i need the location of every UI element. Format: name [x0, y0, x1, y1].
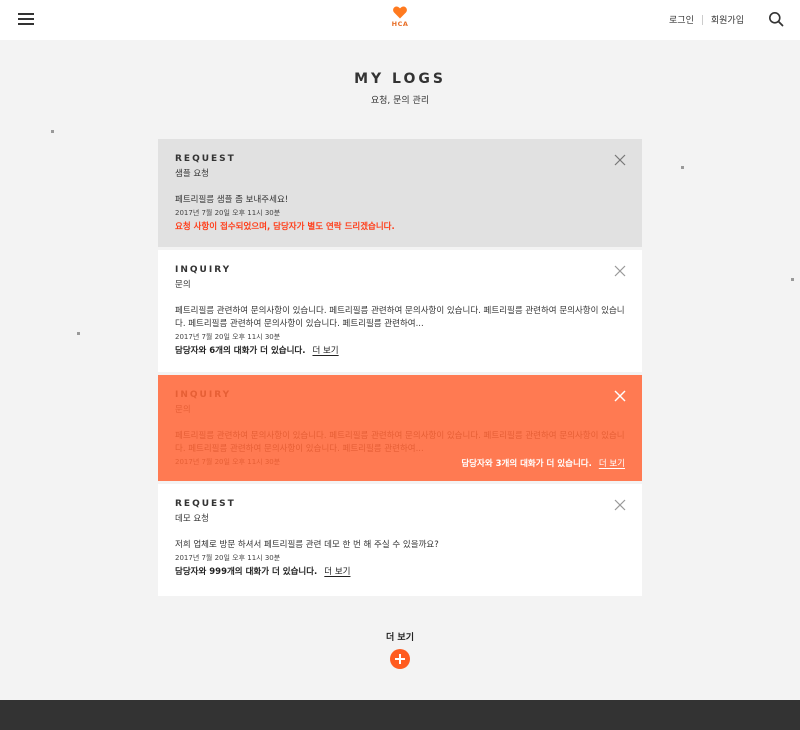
log-message: 페트리필름 관련하여 문의사항이 있습니다. 페트리필름 관련하여 문의사항이 …	[175, 306, 625, 329]
log-category: 데모 요청	[175, 514, 209, 524]
log-card[interactable]: INQUIRY 문의 페트리필름 관련하여 문의사항이 있습니다. 페트리필름 …	[158, 250, 642, 372]
footer	[0, 700, 800, 730]
log-date: 2017년 7월 20일 오후 11시 30분	[175, 333, 281, 341]
log-type: INQUIRY	[175, 390, 232, 400]
login-link[interactable]: 로그인	[669, 13, 694, 26]
conversation-count: 담당자와 6개의 대화가 더 있습니다.	[175, 346, 306, 356]
log-status: 담당자와 999개의 대화가 더 있습니다. 더 보기	[175, 565, 350, 577]
log-date: 2017년 7월 20일 오후 11시 30분	[175, 554, 281, 562]
log-message: 페트리필름 샘플 좀 보내주세요!	[175, 195, 289, 205]
page-subtitle: 요청, 문의 관리	[370, 96, 430, 106]
view-more-link[interactable]: 더 보기	[324, 567, 350, 577]
log-type: REQUEST	[175, 499, 236, 509]
close-icon[interactable]	[614, 499, 626, 511]
header-links: 로그인 회원가입	[669, 13, 744, 26]
hamburger-menu-icon[interactable]	[18, 12, 34, 26]
log-card[interactable]: REQUEST 샘플 요청 페트리필름 샘플 좀 보내주세요! 2017년 7월…	[158, 139, 642, 247]
plus-icon[interactable]	[390, 649, 410, 669]
log-message: 페트리필름 관련하여 문의사항이 있습니다. 페트리필름 관련하여 문의사항이 …	[175, 431, 625, 454]
divider	[701, 14, 703, 25]
log-type: INQUIRY	[175, 265, 232, 275]
log-card-active[interactable]: INQUIRY 문의 페트리필름 관련하여 문의사항이 있습니다. 페트리필름 …	[158, 375, 642, 481]
decorative-dot	[77, 332, 80, 335]
log-status: 요청 사항이 접수되었으며, 담당자가 별도 연락 드리겠습니다.	[175, 222, 395, 232]
log-message: 저희 업체로 방문 하셔서 페트리필름 관련 데모 한 번 해 주실 수 있을까…	[175, 540, 439, 550]
signup-link[interactable]: 회원가입	[711, 13, 744, 26]
decorative-dot	[51, 130, 54, 133]
log-card[interactable]: REQUEST 데모 요청 저희 업체로 방문 하셔서 페트리필름 관련 데모 …	[158, 484, 642, 596]
load-more: 더 보기	[0, 630, 800, 669]
log-date: 2017년 7월 20일 오후 11시 30분	[175, 209, 281, 217]
logo[interactable]: HCA	[388, 6, 412, 28]
decorative-dot	[791, 278, 794, 281]
log-type: REQUEST	[175, 154, 236, 164]
log-status: 담당자와 6개의 대화가 더 있습니다. 더 보기	[175, 344, 339, 356]
logo-text: HCA	[391, 20, 409, 28]
search-icon[interactable]	[768, 11, 784, 27]
log-category: 문의	[175, 405, 191, 415]
conversation-count: 담당자와 3개의 대화가 더 있습니다.	[461, 459, 592, 469]
log-status: 담당자와 3개의 대화가 더 있습니다. 더 보기	[461, 457, 625, 469]
log-date: 2017년 7월 20일 오후 11시 30분	[175, 458, 281, 466]
log-category: 샘플 요청	[175, 169, 209, 179]
close-icon[interactable]	[614, 154, 626, 166]
page-title: MY LOGS	[354, 71, 446, 87]
close-icon[interactable]	[614, 390, 626, 402]
load-more-label[interactable]: 더 보기	[0, 630, 800, 643]
decorative-dot	[681, 166, 684, 169]
view-more-link[interactable]: 더 보기	[312, 346, 338, 356]
heart-logo-icon	[393, 6, 407, 19]
conversation-count: 담당자와 999개의 대화가 더 있습니다.	[175, 567, 318, 577]
log-category: 문의	[175, 280, 191, 290]
view-more-link[interactable]: 더 보기	[599, 459, 625, 469]
close-icon[interactable]	[614, 265, 626, 277]
top-header: HCA 로그인 회원가입	[0, 0, 800, 40]
